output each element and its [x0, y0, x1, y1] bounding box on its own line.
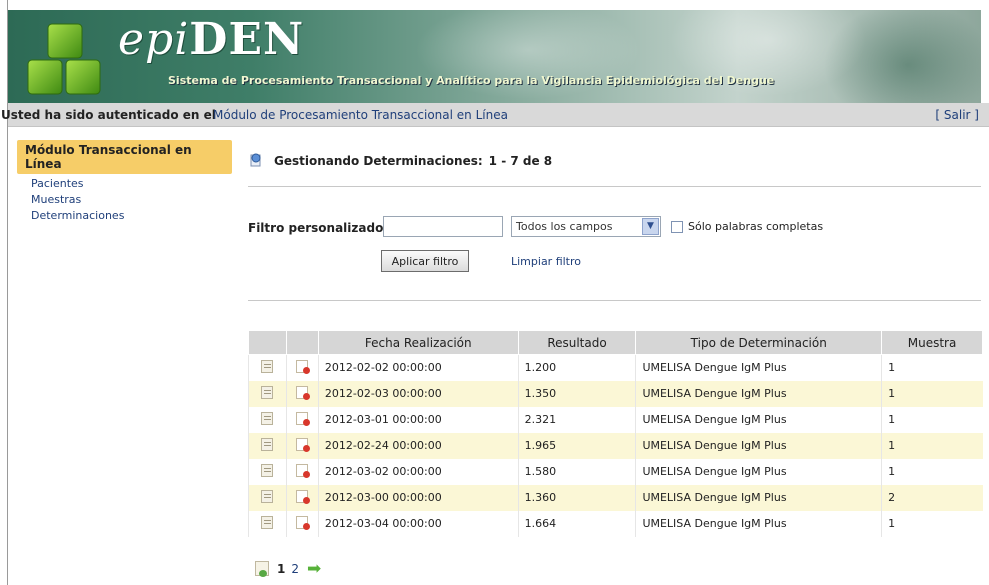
edit-icon[interactable] [261, 385, 274, 399]
divider [248, 186, 981, 187]
pagination: 1 2 ➡ [255, 560, 321, 577]
edit-icon[interactable] [261, 411, 274, 425]
filter-field-select[interactable]: Todos los campos ▼ [511, 216, 661, 237]
cell-tipo: UMELISA Dengue IgM Plus [635, 510, 882, 537]
sidebar: Módulo Transaccional en Línea Pacientes … [17, 140, 232, 222]
cell-resultado: 1.965 [517, 432, 636, 459]
cell-resultado: 1.580 [517, 458, 636, 485]
edit-icon[interactable] [261, 437, 274, 451]
filter-input[interactable] [383, 216, 503, 237]
col-delete [285, 330, 319, 355]
chevron-down-icon[interactable]: ▼ [642, 218, 659, 235]
first-page-icon[interactable] [255, 561, 269, 577]
sidebar-item-determinaciones[interactable]: Determinaciones [17, 209, 232, 222]
col-fecha[interactable]: Fecha Realización [317, 330, 519, 355]
delete-icon[interactable] [296, 359, 311, 374]
module-link[interactable]: Módulo de Procesamiento Transaccional en… [213, 103, 508, 127]
cell-tipo: UMELISA Dengue IgM Plus [635, 380, 882, 407]
app-subtitle: Sistema de Procesamiento Transaccional y… [168, 74, 775, 87]
filter-select-value: Todos los campos [516, 220, 613, 233]
table-row: 2012-02-02 00:00:00 1.200 UMELISA Dengue I… [248, 354, 983, 381]
cell-muestra: 1 [881, 380, 983, 407]
cell-fecha: 2012-03-04 00:00:00 [317, 510, 519, 537]
col-muestra[interactable]: Muestra [881, 330, 983, 355]
cell-resultado: 1.664 [517, 510, 636, 537]
cell-fecha: 2012-02-03 00:00:00 [317, 380, 519, 407]
cell-resultado: 1.360 [517, 484, 636, 511]
delete-icon[interactable] [296, 463, 311, 478]
cell-fecha: 2012-02-02 00:00:00 [317, 354, 519, 381]
title-text: Gestionando Determinaciones: [274, 154, 483, 168]
cell-muestra: 1 [881, 354, 983, 381]
page-link[interactable]: 2 [291, 562, 299, 576]
edit-icon[interactable] [261, 515, 274, 529]
table-row: 2012-03-04 00:00:00 1.664 UMELISA Dengue I… [248, 510, 983, 537]
col-resultado[interactable]: Resultado [517, 330, 637, 355]
delete-icon[interactable] [296, 411, 311, 426]
cell-tipo: UMELISA Dengue IgM Plus [635, 432, 882, 459]
whole-words-checkbox[interactable] [671, 221, 683, 233]
table-row: 2012-03-02 00:00:00 1.580 UMELISA Dengue I… [248, 458, 983, 485]
cell-muestra: 1 [881, 432, 983, 459]
logout-link[interactable]: [ Salir ] [935, 103, 979, 127]
manage-icon [250, 153, 261, 167]
table-header-row: Fecha Realización Resultado Tipo de Dete… [248, 330, 983, 355]
cell-resultado: 2.321 [517, 406, 636, 433]
apply-filter-button[interactable]: Aplicar filtro [381, 250, 469, 272]
cell-tipo: UMELISA Dengue IgM Plus [635, 406, 882, 433]
page: epiDEN Sistema de Procesamiento Transacc… [0, 0, 989, 585]
table-row: 2012-02-03 00:00:00 1.350 UMELISA Dengue I… [248, 380, 983, 407]
whole-words-label: Sólo palabras completas [688, 220, 824, 233]
col-tipo[interactable]: Tipo de Determinación [635, 330, 883, 355]
sidebar-item-pacientes[interactable]: Pacientes [17, 177, 232, 190]
cell-muestra: 1 [881, 510, 983, 537]
cell-fecha: 2012-03-02 00:00:00 [317, 458, 519, 485]
edit-icon[interactable] [261, 463, 274, 477]
cell-tipo: UMELISA Dengue IgM Plus [635, 354, 882, 381]
cell-resultado: 1.350 [517, 380, 636, 407]
sidebar-item-muestras[interactable]: Muestras [17, 193, 232, 206]
filter-label: Filtro personalizado [248, 221, 384, 235]
edit-icon[interactable] [261, 359, 274, 373]
logo-cubes-icon [27, 23, 101, 95]
logo-text: epiDEN [118, 14, 305, 65]
header-banner: epiDEN Sistema de Procesamiento Transacc… [8, 10, 981, 103]
cell-muestra: 1 [881, 406, 983, 433]
delete-icon[interactable] [296, 385, 311, 400]
record-range: 1 - 7 de 8 [488, 154, 553, 168]
divider [248, 300, 981, 301]
cell-muestra: 2 [881, 484, 983, 511]
auth-prefix: Usted ha sido autenticado en el [1, 108, 216, 122]
cell-fecha: 2012-02-24 00:00:00 [317, 432, 519, 459]
cell-fecha: 2012-03-00 00:00:00 [317, 484, 519, 511]
current-page: 1 [277, 561, 286, 576]
table-row: 2012-03-01 00:00:00 2.321 UMELISA Dengue I… [248, 406, 983, 433]
col-edit [248, 330, 287, 355]
clear-filter-link[interactable]: Limpiar filtro [511, 255, 581, 268]
delete-icon[interactable] [296, 437, 311, 452]
table-row: 2012-02-24 00:00:00 1.965 UMELISA Dengue I… [248, 432, 983, 459]
cell-resultado: 1.200 [517, 354, 636, 381]
cell-tipo: UMELISA Dengue IgM Plus [635, 484, 882, 511]
page-title: Gestionando Determinaciones: 1 - 7 de 8 [248, 150, 552, 172]
auth-bar: Usted ha sido autenticado en el Módulo d… [1, 103, 989, 127]
delete-icon[interactable] [296, 489, 311, 504]
cell-tipo: UMELISA Dengue IgM Plus [635, 458, 882, 485]
cell-fecha: 2012-03-01 00:00:00 [317, 406, 519, 433]
determinations-table: Fecha Realización Resultado Tipo de Dete… [248, 330, 983, 537]
table-row: 2012-03-00 00:00:00 1.360 UMELISA Dengue I… [248, 484, 983, 511]
next-arrow-icon[interactable]: ➡ [307, 560, 321, 577]
edit-icon[interactable] [261, 489, 274, 503]
cell-muestra: 1 [881, 458, 983, 485]
delete-icon[interactable] [296, 515, 311, 530]
sidebar-title[interactable]: Módulo Transaccional en Línea [17, 140, 232, 174]
